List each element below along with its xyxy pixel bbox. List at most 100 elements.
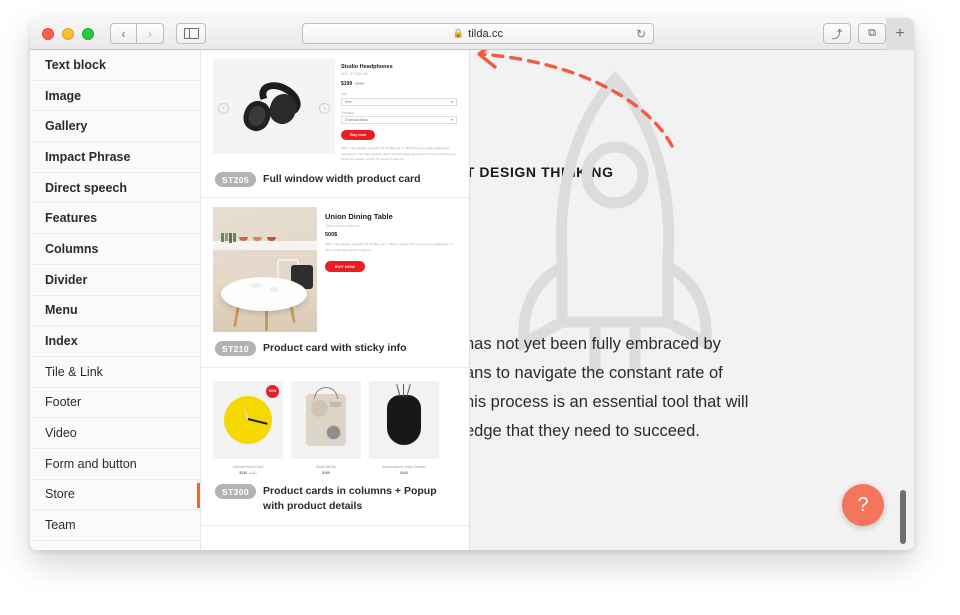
sidebar-item-label: Tile & Link [45,364,103,379]
sidebar-item-impact-phrase[interactable]: Impact Phrase [30,142,200,173]
headphones-image: ‹ › [213,59,335,154]
page-content: Text block Image Gallery Impact Phrase D… [30,50,914,550]
block-catalog-sidebar: Text block Image Gallery Impact Phrase D… [30,50,201,550]
buy-now-button[interactable]: Buy now [341,130,375,140]
product-column: Accessories by Union Ceramic $140 [369,380,439,476]
browser-titlebar: ‹ › 🔒 tilda.cc ↻ ⤴ ⧉ + [30,18,914,50]
block-preview-st205[interactable]: ‹ › Studio Headphones SKU: ST-0402-BK $1… [201,50,469,199]
sidebar-item-label: Features [45,211,98,226]
sidebar-item-direct-speech[interactable]: Direct speech [30,173,200,204]
block-title: Product card with sticky info [263,342,407,355]
browser-window: ‹ › 🔒 tilda.cc ↻ ⤴ ⧉ + Text block Image … [30,18,914,550]
product-price: $140 [400,471,408,476]
preview-thumbnail: NEW Celenda Round Clock $130 $190 Radio M… [213,377,457,476]
finishing-select[interactable]: Charcoal Black ▾ [341,116,457,124]
product-name: Accessories by Union Ceramic [382,464,426,469]
body-line: his process is an essential tool that wi… [470,393,749,411]
block-previews-panel[interactable]: ‹ › Studio Headphones SKU: ST-0402-BK $1… [201,50,470,550]
maximize-window-button[interactable] [82,27,94,40]
page-scrollbar[interactable] [900,490,906,544]
product-column: NEW Celenda Round Clock $130 $190 [213,380,283,475]
back-button[interactable]: ‹ [110,23,137,44]
vase-product-image [369,380,439,459]
radio-icon [306,386,346,446]
sidebar-item-label: Impact Phrase [45,149,131,164]
sidebar-item-label: Divider [45,272,88,287]
sidebar-item-tile-and-link[interactable]: Tile & Link [30,357,200,388]
sidebar-item-label: Footer [45,395,82,410]
sidebar-item-label: Text block [45,57,106,72]
sidebar-item-label: Index [45,334,78,349]
share-icon[interactable]: ⤴ [823,23,851,44]
product-column: Radio MiniLith $160 [291,380,361,475]
sidebar-item-footer[interactable]: Footer [30,388,200,419]
minimize-window-button[interactable] [62,27,74,40]
product-name: Celenda Round Clock [232,464,264,469]
price-value: $199 [341,81,353,87]
sidebar-item-columns[interactable]: Columns [30,234,200,265]
sidebar-toggle-button[interactable] [176,23,206,44]
sidebar-item-video[interactable]: Video [30,418,200,449]
close-window-button[interactable] [42,27,54,40]
sidebar-item-label: Form and button [45,456,137,471]
sidebar-item-label: Store [45,487,75,502]
product-description: With a new design approach for flexible … [325,242,453,253]
product-price: $130 $190 [213,471,283,475]
price-value: $130 [239,471,247,476]
size-value: Size [345,99,352,104]
sidebar-item-label: Team [45,518,76,533]
product-price: 500$ [325,232,338,239]
toolbar-right: ⤴ ⧉ [823,23,886,44]
product-price: $199 $299 [341,81,457,87]
block-label-row: ST210 Product card with sticky info [213,332,457,366]
sidebar-item-label: Gallery [45,119,88,134]
chevron-left-icon[interactable]: ‹ [218,103,229,114]
old-price-value: $299 [355,81,365,86]
body-line: edge that they need to succeed. [470,422,700,440]
sidebar-item-features[interactable]: Features [30,203,200,235]
block-preview-st210[interactable]: Union Dining Table Table which unites us… [201,198,469,368]
sidebar-item-text-block[interactable]: Text block [30,50,200,81]
active-indicator [197,482,200,508]
article-page: UT DESIGN THINKING has not yet been full… [470,50,914,550]
product-name: Studio Headphones [341,64,393,70]
chevron-down-icon: ▾ [451,99,453,104]
product-name: Radio MiniLith [315,464,337,469]
sidebar-item-team[interactable]: Team [30,510,200,541]
forward-button[interactable]: › [137,23,164,44]
sidebar-item-menu[interactable]: Menu [30,296,200,327]
new-badge: NEW [266,384,279,398]
sidebar-item-divider[interactable]: Divider [30,265,200,296]
sidebar-icon [183,28,199,39]
block-label-row: ST300 Product cards in columns + Popup w… [213,475,457,524]
article-body: has not yet been fully embraced by ans t… [470,330,914,446]
product-info: Union Dining Table Table which unites us… [325,207,457,332]
sidebar-item-store[interactable]: Store [30,480,200,511]
reload-icon[interactable]: ↻ [636,27,646,41]
size-select[interactable]: Size ▾ [341,97,457,106]
product-description: With a new design approach for flexible … [341,146,456,162]
sidebar-item-image[interactable]: Image [30,81,200,112]
new-tab-button[interactable]: + [886,18,914,50]
product-sku: SKU: ST-0402-BK [341,72,369,76]
sidebar-item-form-and-button[interactable]: Form and button [30,449,200,480]
chevron-right-icon[interactable]: › [319,103,330,114]
tabs-icon[interactable]: ⧉ [858,23,886,44]
block-preview-st300[interactable]: NEW Celenda Round Clock $130 $190 Radio M… [201,368,469,526]
sidebar-item-index[interactable]: Index [30,326,200,357]
sidebar-item-gallery[interactable]: Gallery [30,111,200,143]
buy-now-button[interactable]: BUY NOW [325,261,365,273]
help-button[interactable]: ? [842,484,884,526]
sidebar-item-label: Video [45,426,77,441]
block-label-row: ST205 Full window width product card [213,163,457,197]
address-bar[interactable]: 🔒 tilda.cc ↻ [302,23,654,44]
block-code-badge: ST210 [215,341,257,357]
clock-product-image: NEW [213,380,283,459]
body-line: ans to navigate the constant rate of [470,364,723,382]
block-code-badge: ST300 [215,484,257,500]
old-price-value: $190 [249,471,257,476]
body-line: has not yet been fully embraced by [470,335,721,353]
dashed-arrow-icon [477,50,674,148]
sidebar-item-label: Image [45,88,82,103]
sidebar-item-label: Menu [45,303,78,318]
